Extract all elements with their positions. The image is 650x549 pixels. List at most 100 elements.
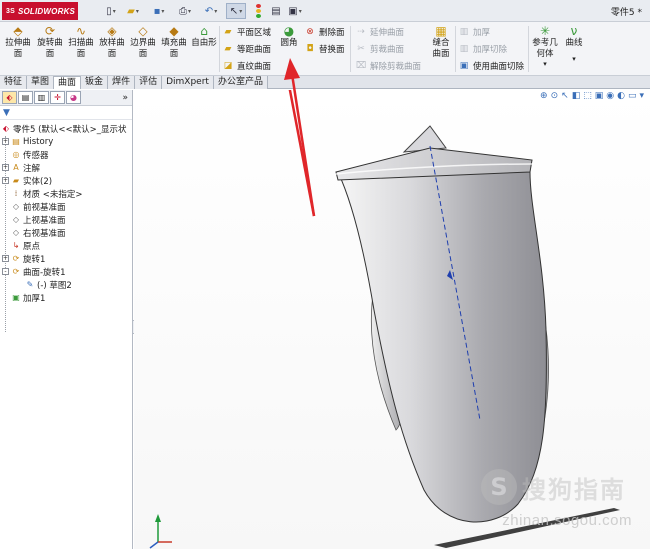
- tree-node[interactable]: ◎ 传感器: [0, 148, 132, 161]
- lofted-surface-button[interactable]: ◈ 放样曲 面: [97, 24, 127, 60]
- curves-button[interactable]: ν 曲线 ▾: [562, 24, 586, 69]
- tree-node-label: 加厚1: [23, 293, 46, 304]
- swept-surface-icon: ∿: [75, 24, 87, 38]
- tree-node[interactable]: ◇ 前视基准面: [0, 200, 132, 213]
- tab-sheet-metal[interactable]: 钣金: [81, 76, 109, 89]
- configuration-manager-icon[interactable]: ▥: [34, 91, 49, 104]
- ribbon-separator: [455, 26, 456, 72]
- chevron-right-icon[interactable]: »: [122, 93, 128, 103]
- tab-surfaces[interactable]: 曲面: [54, 76, 82, 89]
- tree-node[interactable]: ◇ 上视基准面: [0, 213, 132, 226]
- tree-node[interactable]: + A 注解: [0, 161, 132, 174]
- feature-manager-tabs: ⬖ ▤ ▥ ✛ ◕ »: [0, 90, 132, 106]
- tree-node-label: 右视基准面: [23, 228, 66, 239]
- tab-evaluate[interactable]: 评估: [135, 76, 163, 89]
- dimxpert-manager-icon[interactable]: ✛: [50, 91, 65, 104]
- reference-geometry-button[interactable]: ✳ 参考几 何体 ▾: [532, 24, 558, 69]
- thicken-feature-icon: ▣: [12, 293, 20, 302]
- display-manager-icon[interactable]: ◕: [66, 91, 81, 104]
- command-manager-tabs: 特征 草图 曲面 钣金 焊件 评估 DimXpert 办公室产品: [0, 76, 650, 89]
- expand-toggle-icon[interactable]: -: [2, 268, 9, 275]
- offset-surface-icon: ▰: [224, 43, 232, 54]
- expand-toggle-icon[interactable]: +: [2, 177, 9, 184]
- lofted-surface-icon: ◈: [107, 24, 117, 38]
- chevron-down-icon: ▾: [572, 55, 576, 63]
- extruded-surface-button[interactable]: ⬘ 拉伸曲 面: [3, 24, 33, 60]
- tree-node[interactable]: + ▤ History: [0, 135, 132, 148]
- fillet-button[interactable]: ◕ 圆角: [278, 24, 300, 49]
- ruled-surface-button[interactable]: ◪ 直纹曲面: [222, 59, 271, 72]
- file-properties-icon[interactable]: ▤: [268, 3, 284, 19]
- tree-node-label: 传感器: [23, 150, 49, 161]
- tree-node[interactable]: - ⟳ 曲面-旋转1: [0, 265, 132, 278]
- feature-tree-icon[interactable]: ⬖: [2, 91, 17, 104]
- expand-toggle-icon[interactable]: +: [2, 255, 9, 262]
- extend-surface-icon: ⇢: [357, 26, 365, 37]
- replace-face-button[interactable]: ◘ 替换面: [304, 42, 344, 55]
- trim-surface-icon: ✂: [357, 43, 365, 54]
- solid-bodies-folder-icon: ▰: [12, 176, 20, 185]
- rebuild-traffic-light-icon[interactable]: [252, 3, 264, 19]
- thicken-cut-button[interactable]: ▥ 加厚切除: [458, 42, 507, 55]
- tree-node[interactable]: ▣ 加厚1: [0, 291, 132, 304]
- delete-face-icon: ⊗: [306, 26, 314, 37]
- tab-office-products[interactable]: 办公室产品: [213, 76, 268, 89]
- revolved-surface-icon: ⟳: [44, 24, 56, 38]
- extruded-surface-icon: ⬘: [13, 24, 23, 38]
- property-manager-icon[interactable]: ▤: [18, 91, 33, 104]
- freeform-button[interactable]: ⌂ 自由形: [190, 24, 218, 49]
- options-icon[interactable]: ▣ ▾: [286, 3, 304, 19]
- expand-toggle-icon[interactable]: +: [2, 138, 9, 145]
- tree-node[interactable]: ◇ 右视基准面: [0, 226, 132, 239]
- knit-surface-icon: ▦: [435, 24, 447, 38]
- tree-node[interactable]: ⁞ 材质 <未指定>: [0, 187, 132, 200]
- expand-toggle-icon[interactable]: +: [2, 164, 9, 171]
- swept-surface-button[interactable]: ∿ 扫描曲 面: [66, 24, 96, 60]
- freeform-icon: ⌂: [200, 24, 208, 38]
- extend-surface-button[interactable]: ⇢ 延伸曲面: [355, 25, 404, 38]
- tab-sketch[interactable]: 草图: [27, 76, 55, 89]
- planar-surface-icon: ▰: [224, 26, 232, 37]
- tree-root-part[interactable]: ⬖ 零件5 (默认<<默认>_显示状: [0, 122, 132, 135]
- tab-weldments[interactable]: 焊件: [108, 76, 136, 89]
- top-plane-icon: ◇: [12, 215, 20, 224]
- watermark-url: zhinan.sogou.com: [502, 512, 632, 529]
- print-icon[interactable]: ⎙ ▾: [176, 3, 194, 19]
- tree-node[interactable]: ↳ 原点: [0, 239, 132, 252]
- planar-surface-button[interactable]: ▰ 平面区域: [222, 25, 271, 38]
- undo-icon[interactable]: ↶ ▾: [202, 3, 220, 19]
- tree-node-label: 实体(2): [23, 176, 53, 187]
- offset-surface-button[interactable]: ▰ 等距曲面: [222, 42, 271, 55]
- save-icon[interactable]: ▪ ▾: [150, 3, 168, 19]
- feature-manager-panel: ⬖ ▤ ▥ ✛ ◕ » ▼ ⬖ 零件5 (默认<<默认>_显示状 + ▤ Histo…: [0, 90, 139, 549]
- document-title: 零件5 *: [610, 8, 642, 18]
- tree-node[interactable]: + ▰ 实体(2): [0, 174, 132, 187]
- material-icon: ⁞: [14, 189, 18, 198]
- tree-filter[interactable]: ▼: [0, 106, 132, 120]
- trim-surface-button[interactable]: ✂ 剪裁曲面: [355, 42, 404, 55]
- filled-surface-button[interactable]: ◆ 填充曲 面: [159, 24, 189, 60]
- revolved-surface-button[interactable]: ⟳ 旋转曲 面: [35, 24, 65, 60]
- tab-dimxpert[interactable]: DimXpert: [162, 76, 214, 89]
- select-pointer-icon[interactable]: ↖ ▾: [226, 3, 246, 19]
- open-folder-icon[interactable]: ▰ ▾: [124, 3, 142, 19]
- surface-cut-button[interactable]: ▣ 使用曲面切除: [458, 59, 524, 72]
- new-document-icon[interactable]: ▯ ▾: [102, 3, 120, 19]
- tree-node[interactable]: + ⟳ 旋转1: [0, 252, 132, 265]
- tab-features[interactable]: 特征: [0, 76, 28, 89]
- sketch-icon: ✎: [26, 280, 34, 289]
- part-icon: ⬖: [2, 124, 10, 133]
- ribbon-separator: [219, 26, 220, 72]
- untrim-surface-button[interactable]: ⌧ 解除剪裁曲面: [355, 59, 421, 72]
- delete-face-button[interactable]: ⊗ 删除面: [304, 25, 344, 38]
- tree-node[interactable]: ✎ (-) 草图2: [0, 278, 132, 291]
- graphics-area[interactable]: ⊕ ⊙ ↖ ◧ ⬚ ▣ ◉ ◐ ▭ ▾ S 搜狗指南 zhinan.sogou.…: [134, 90, 650, 549]
- knit-surface-button[interactable]: ▦ 缝合 曲面: [429, 24, 453, 60]
- right-plane-icon: ◇: [12, 228, 20, 237]
- boundary-surface-button[interactable]: ◇ 边界曲 面: [128, 24, 158, 60]
- solidworks-logo[interactable]: 3S SOLIDWORKS: [2, 2, 78, 20]
- thicken-button[interactable]: ▥ 加厚: [458, 25, 490, 38]
